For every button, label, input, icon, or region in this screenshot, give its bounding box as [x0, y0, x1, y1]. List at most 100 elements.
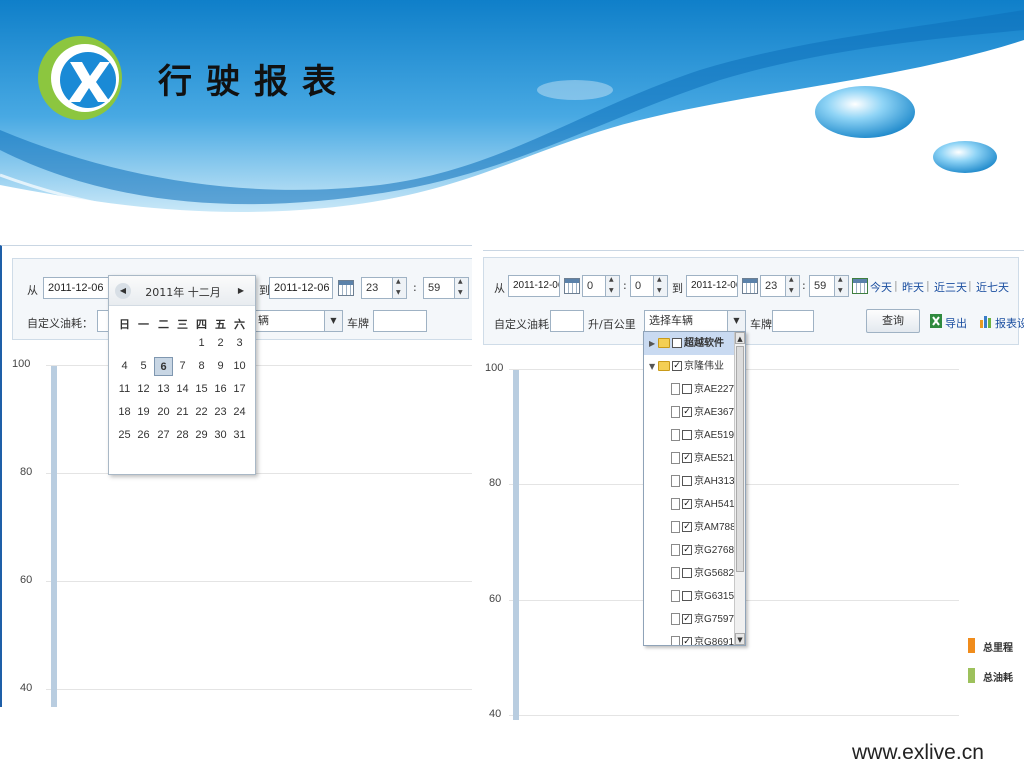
tree-vehicle-row[interactable]: ✓ 京AH5410: [644, 493, 740, 516]
tree-group-row[interactable]: ▶ 超越软件: [644, 332, 736, 355]
vehicle-checkbox[interactable]: ✓: [682, 499, 692, 509]
spinner-arrows-icon[interactable]: [454, 278, 468, 298]
end-date-input[interactable]: 2011-12-06: [686, 275, 738, 297]
vehicle-checkbox[interactable]: [682, 430, 692, 440]
calendar-day[interactable]: 29: [192, 426, 211, 445]
export-link[interactable]: 导出: [945, 315, 967, 331]
quick-link-last-three-days[interactable]: 近三天: [934, 279, 967, 295]
calendar-day[interactable]: 13: [154, 380, 173, 399]
start-date-input[interactable]: 2011-12-06: [508, 275, 560, 297]
group-checkbox[interactable]: ✓: [672, 361, 682, 371]
spinner-arrows-icon[interactable]: [653, 276, 667, 296]
tree-vehicle-row[interactable]: ✓ 京G75976: [644, 608, 740, 631]
calendar-day[interactable]: 3: [230, 334, 249, 353]
calendar-day[interactable]: 19: [134, 403, 153, 422]
calendar-day[interactable]: 17: [230, 380, 249, 399]
vehicle-checkbox[interactable]: ✓: [682, 614, 692, 624]
query-button[interactable]: 查询: [866, 309, 920, 333]
tree-vehicle-row[interactable]: ✓ 京AE3678: [644, 401, 740, 424]
vehicle-select[interactable]: 辆 ▼: [253, 310, 343, 332]
tree-vehicle-row[interactable]: ✓ 京AE5212: [644, 447, 740, 470]
tree-vehicle-row[interactable]: ✓ 京G27689: [644, 539, 740, 562]
calendar-day[interactable]: 8: [192, 357, 211, 376]
tree-vehicle-row[interactable]: ✓ 京AM7882: [644, 516, 741, 539]
chevron-left-icon[interactable]: ◀: [115, 283, 131, 299]
calendar-icon[interactable]: [742, 278, 758, 294]
custom-fuel-input[interactable]: [550, 310, 584, 332]
calendar-icon[interactable]: [338, 280, 354, 296]
spinner-arrows-icon[interactable]: [392, 278, 406, 298]
plate-input[interactable]: [772, 310, 814, 332]
vehicle-checkbox[interactable]: [682, 384, 692, 394]
vehicle-checkbox[interactable]: ✓: [682, 407, 692, 417]
calendar-day[interactable]: 28: [173, 426, 192, 445]
calendar-day[interactable]: 9: [211, 357, 230, 376]
expand-right-icon[interactable]: ▶: [649, 332, 655, 355]
calendar-day[interactable]: 22: [192, 403, 211, 422]
scroll-up-icon[interactable]: ▲: [735, 332, 745, 344]
vehicle-checkbox[interactable]: ✓: [682, 453, 692, 463]
group-checkbox[interactable]: [672, 338, 682, 348]
calendar-day[interactable]: 5: [134, 357, 153, 376]
calendar-day[interactable]: 15: [192, 380, 211, 399]
vehicle-checkbox[interactable]: [682, 591, 692, 601]
vehicle-select[interactable]: 选择车辆 ▼: [644, 310, 746, 332]
scroll-down-icon[interactable]: ▼: [735, 633, 745, 645]
tree-vehicle-row[interactable]: 京G63155: [644, 585, 740, 608]
calendar-day[interactable]: 10: [230, 357, 249, 376]
end-date-input[interactable]: 2011-12-06: [269, 277, 333, 299]
end-hour-spinner[interactable]: 23: [361, 277, 407, 299]
calendar-day[interactable]: 30: [211, 426, 230, 445]
end-minute-spinner[interactable]: 59: [809, 275, 849, 297]
tree-vehicle-row[interactable]: 京AH3130: [644, 470, 740, 493]
calendar-day[interactable]: 4: [115, 357, 134, 376]
calendar-day[interactable]: 24: [230, 403, 249, 422]
expand-down-icon[interactable]: ▼: [649, 355, 655, 378]
calendar-day[interactable]: 23: [211, 403, 230, 422]
calendar-day[interactable]: 11: [115, 380, 134, 399]
report-settings-link[interactable]: 报表设置: [995, 315, 1024, 331]
vehicle-checkbox[interactable]: ✓: [682, 545, 692, 555]
calendar-icon[interactable]: [564, 278, 580, 294]
today-calendar-icon[interactable]: [852, 278, 868, 294]
quick-link-last-seven-days[interactable]: 近七天: [976, 279, 1009, 295]
tree-vehicle-row[interactable]: 京AE5192: [644, 424, 740, 447]
spinner-arrows-icon[interactable]: [785, 276, 799, 296]
calendar-day[interactable]: 31: [230, 426, 249, 445]
excel-export-icon[interactable]: [930, 314, 942, 328]
end-minute-spinner[interactable]: 59: [423, 277, 469, 299]
calendar-day[interactable]: 14: [173, 380, 192, 399]
report-settings-icon[interactable]: [980, 314, 992, 328]
vehicle-checkbox[interactable]: ✓: [682, 522, 692, 532]
spinner-arrows-icon[interactable]: [834, 276, 848, 296]
end-hour-spinner[interactable]: 23: [760, 275, 800, 297]
calendar-day[interactable]: 26: [134, 426, 153, 445]
plate-input[interactable]: [373, 310, 427, 332]
vehicle-checkbox[interactable]: [682, 568, 692, 578]
tree-scrollbar[interactable]: ▲ ▼: [734, 332, 745, 645]
calendar-day[interactable]: 12: [134, 380, 153, 399]
start-minute-spinner[interactable]: 0: [630, 275, 668, 297]
chevron-down-icon[interactable]: ▼: [324, 311, 342, 331]
tree-vehicle-row[interactable]: 京AE2279: [644, 378, 740, 401]
chevron-down-icon[interactable]: ▼: [727, 311, 745, 331]
tree-group-row[interactable]: ▼ ✓ 京隆伟业: [644, 355, 736, 378]
chevron-right-icon[interactable]: ▶: [233, 283, 249, 299]
tree-vehicle-row[interactable]: ✓ 京G86918: [644, 631, 740, 645]
vehicle-checkbox[interactable]: [682, 476, 692, 486]
tree-vehicle-row[interactable]: 京G56827: [644, 562, 740, 585]
calendar-day[interactable]: 7: [173, 357, 192, 376]
start-hour-spinner[interactable]: 0: [582, 275, 620, 297]
start-date-input[interactable]: 2011-12-06: [43, 277, 109, 299]
scroll-thumb[interactable]: [736, 346, 744, 572]
calendar-day[interactable]: 20: [154, 403, 173, 422]
vehicle-checkbox[interactable]: ✓: [682, 637, 692, 645]
spinner-arrows-icon[interactable]: [605, 276, 619, 296]
calendar-day[interactable]: 1: [192, 334, 211, 353]
calendar-day[interactable]: 6: [154, 357, 173, 376]
calendar-day[interactable]: 27: [154, 426, 173, 445]
quick-link-yesterday[interactable]: 昨天: [902, 279, 924, 295]
calendar-day[interactable]: 18: [115, 403, 134, 422]
calendar-day[interactable]: 2: [211, 334, 230, 353]
calendar-day[interactable]: 25: [115, 426, 134, 445]
